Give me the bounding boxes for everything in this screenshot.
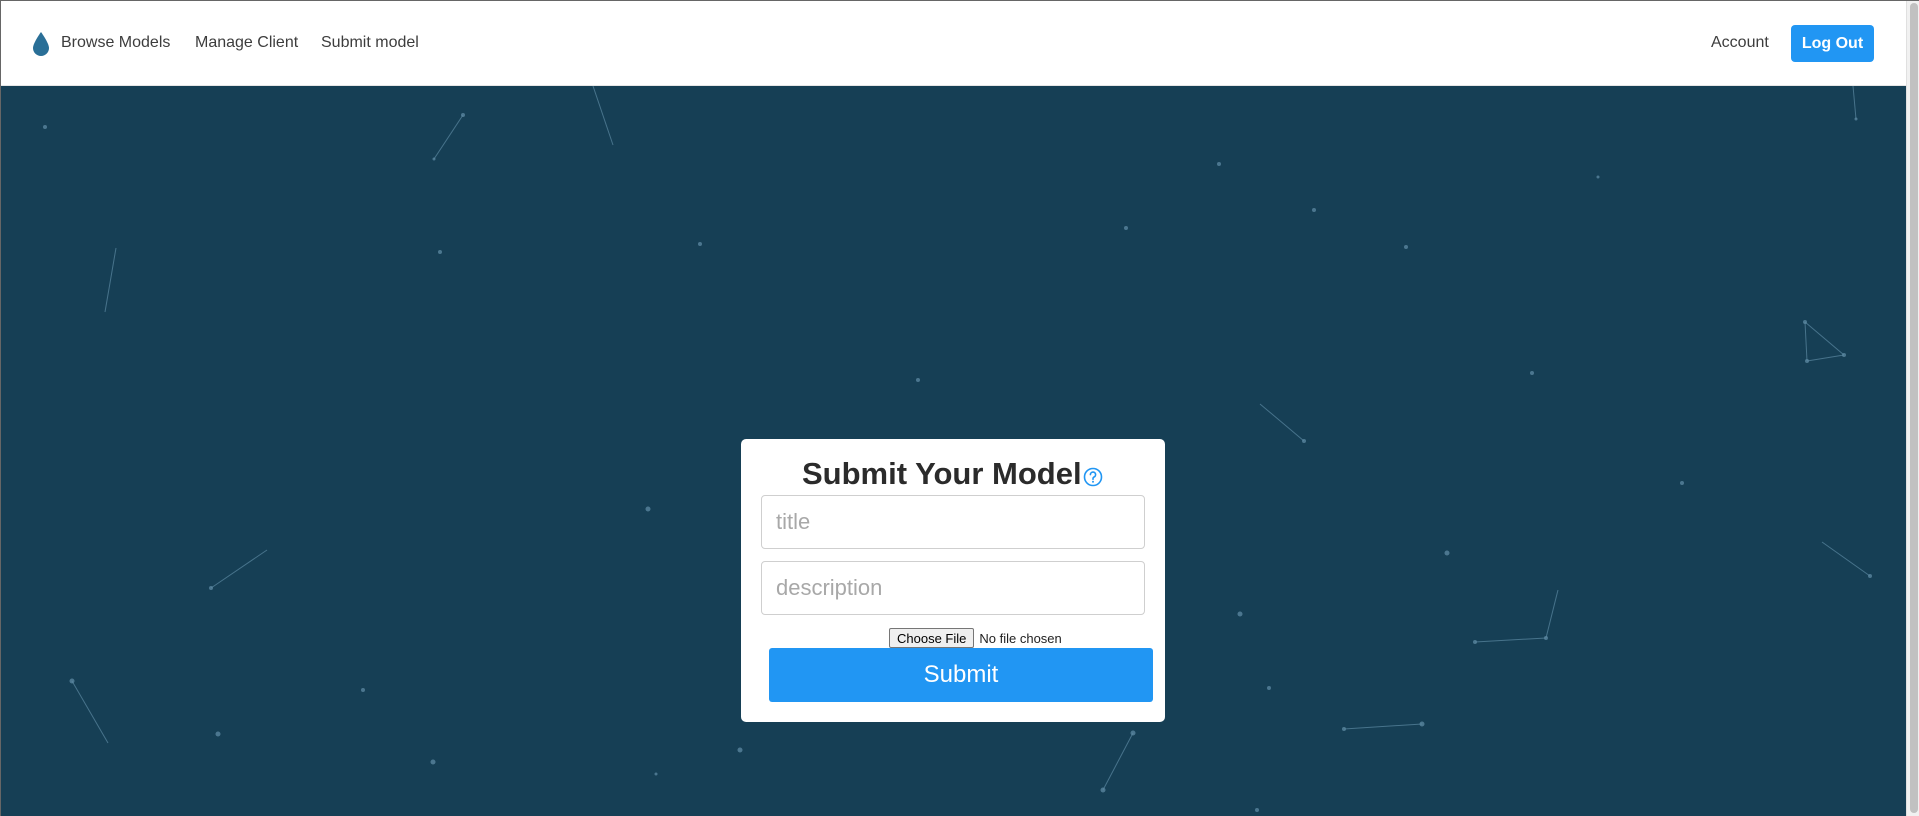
top-navbar: Browse Models Manage Client Submit model… <box>1 1 1906 86</box>
logout-button[interactable]: Log Out <box>1791 25 1874 62</box>
card-title: Submit Your Model <box>802 456 1082 491</box>
water-drop-icon[interactable] <box>32 31 50 57</box>
nav-account-link[interactable]: Account <box>1711 34 1769 52</box>
submit-button[interactable]: Submit <box>769 648 1153 702</box>
title-input[interactable] <box>761 495 1145 549</box>
nav-browse-models-link[interactable]: Browse Models <box>61 34 170 52</box>
nav-submit-model-link[interactable]: Submit model <box>321 34 419 52</box>
file-input[interactable]: Choose File No file chosen <box>889 628 1062 648</box>
file-status-label: No file chosen <box>979 630 1062 646</box>
scrollbar-thumb[interactable] <box>1910 3 1918 813</box>
nav-manage-client-link[interactable]: Manage Client <box>195 34 298 52</box>
description-input[interactable] <box>761 561 1145 615</box>
submit-model-card: Submit Your Model Choose File No file ch… <box>741 439 1165 722</box>
page: Browse Models Manage Client Submit model… <box>0 0 1919 816</box>
question-circle-icon[interactable] <box>1083 467 1103 487</box>
vertical-scrollbar[interactable] <box>1906 1 1919 816</box>
choose-file-button[interactable]: Choose File <box>889 628 975 648</box>
